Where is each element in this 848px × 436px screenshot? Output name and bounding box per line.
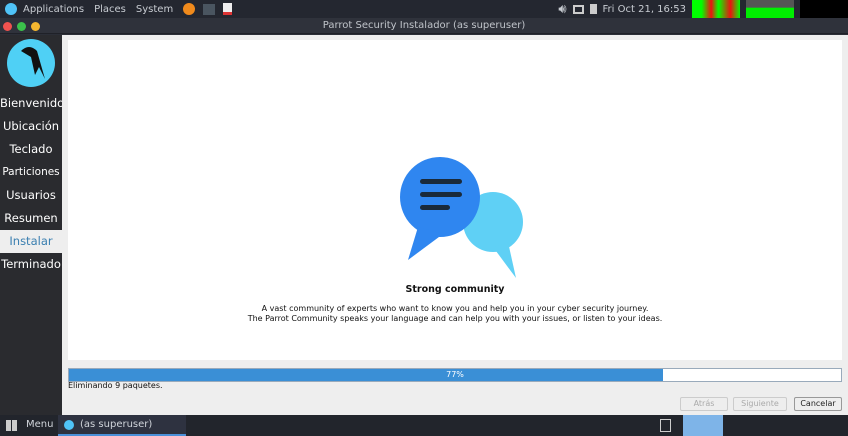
menu-applications[interactable]: Applications — [23, 4, 84, 15]
progress-label: 77% — [446, 370, 464, 379]
next-button[interactable]: Siguiente — [733, 397, 787, 411]
display-icon[interactable] — [572, 4, 584, 14]
taskbar-menu-button[interactable]: Menu — [26, 419, 53, 430]
sidebar-item-teclado: Teclado — [9, 142, 53, 156]
volume-icon[interactable]: 🔊︎ — [558, 2, 566, 17]
window-title: Parrot Security Instalador (as superuser… — [322, 20, 526, 31]
sidebar-item-terminado: Terminado — [1, 257, 61, 271]
text-editor-icon[interactable] — [223, 3, 233, 15]
slideshow: Strong community A vast community of exp… — [68, 40, 842, 360]
minimize-button[interactable] — [31, 22, 40, 31]
network-monitor — [800, 0, 848, 18]
install-progress-bar: 77% — [68, 368, 842, 382]
taskbar: Menu (as superuser) — [0, 415, 848, 436]
sidebar-item-resumen: Resumen — [4, 211, 58, 225]
workspace-switcher-icon[interactable] — [660, 419, 671, 432]
slide-description: A vast community of experts who want to … — [68, 304, 842, 324]
sidebar-item-instalar: Instalar — [0, 230, 62, 253]
task-label: (as superuser) — [80, 419, 153, 430]
memory-monitor — [746, 0, 794, 18]
maximize-button[interactable] — [17, 22, 26, 31]
sidebar-item-usuarios: Usuarios — [6, 188, 56, 202]
menu-places[interactable]: Places — [94, 4, 126, 15]
parrot-logo — [7, 39, 55, 87]
menu-grid-icon[interactable] — [6, 420, 17, 431]
parrot-icon — [64, 420, 74, 430]
cancel-button[interactable]: Cancelar — [794, 397, 842, 411]
sidebar-item-bienvenido: Bienvenido — [0, 96, 65, 110]
slide-line-2: The Parrot Community speaks your languag… — [247, 314, 663, 323]
battery-icon[interactable] — [589, 4, 597, 14]
chat-bubbles-icon — [400, 157, 523, 278]
clock[interactable]: Fri Oct 21, 16:53 — [603, 4, 686, 15]
top-panel: Applications Places System 🔊︎ Fri Oct 21… — [0, 0, 848, 18]
status-text: Eliminando 9 paquetes. — [68, 381, 163, 390]
sidebar-item-particiones: Particiones — [2, 166, 60, 178]
terminal-icon[interactable] — [203, 3, 216, 15]
firefox-icon[interactable] — [183, 3, 196, 15]
sidebar: Bienvenido Ubicación Teclado Particiones… — [0, 35, 65, 415]
taskbar-task-installer[interactable]: (as superuser) — [58, 415, 186, 436]
parrot-logo-icon[interactable] — [5, 3, 17, 15]
close-button[interactable] — [3, 22, 12, 31]
back-button[interactable]: Atrás — [680, 397, 728, 411]
slide-line-1: A vast community of experts who want to … — [261, 304, 649, 313]
workspace-1[interactable] — [683, 415, 723, 436]
installer-main: Strong community A vast community of exp… — [62, 35, 848, 415]
menu-system[interactable]: System — [136, 4, 173, 15]
slide-title: Strong community — [405, 284, 505, 295]
sidebar-item-ubicacion: Ubicación — [2, 119, 60, 133]
window-titlebar: Parrot Security Instalador (as superuser… — [0, 18, 848, 34]
cpu-monitor — [692, 0, 740, 18]
